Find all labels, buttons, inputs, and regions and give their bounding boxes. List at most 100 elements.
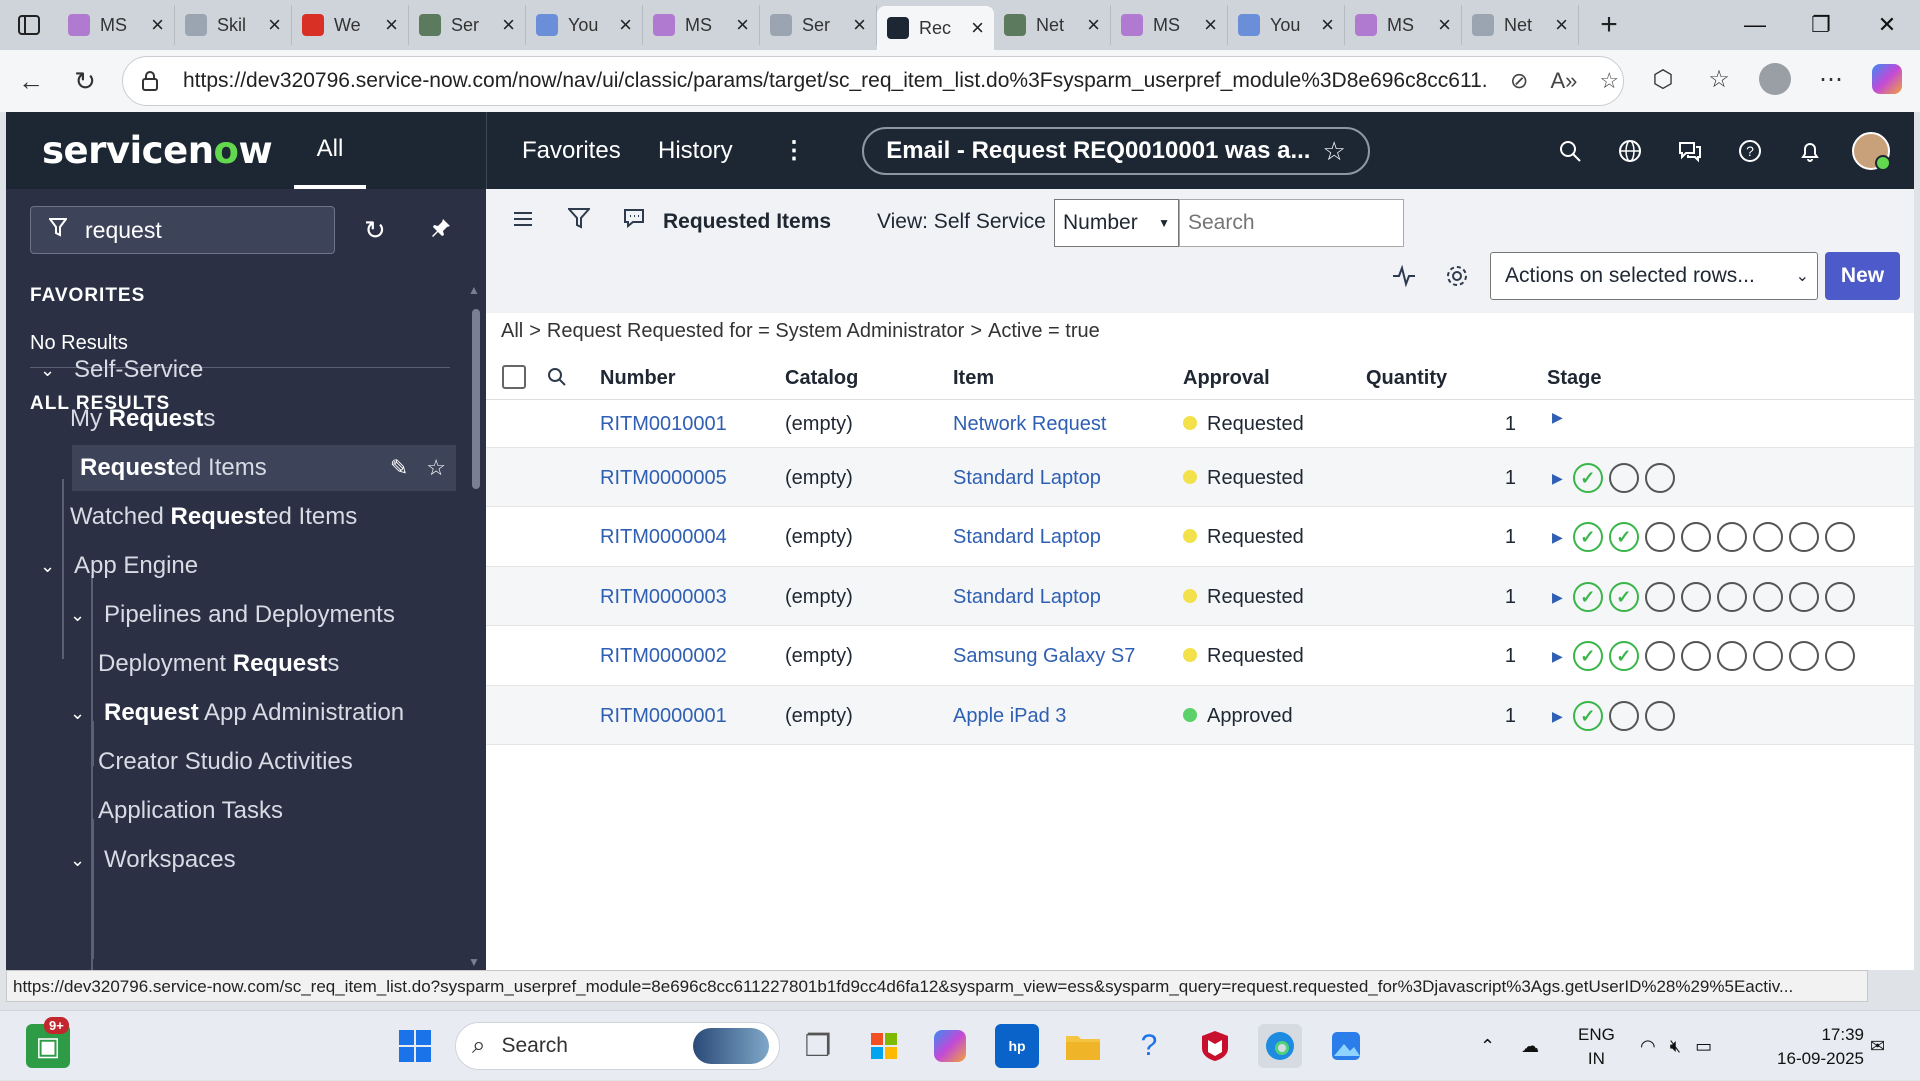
stage-indicator[interactable]: ▶ ✓ ✓ xyxy=(1552,641,1855,671)
browser-tab[interactable]: Skil × xyxy=(175,5,292,45)
sidebar-item-app-engine[interactable]: ⌄ App Engine xyxy=(40,543,198,589)
column-header-number[interactable]: Number xyxy=(600,367,676,390)
actions-select[interactable]: Actions on selected rows... ⌄ xyxy=(1490,252,1818,300)
sidebar-item-my-requests[interactable]: My Requests xyxy=(70,396,215,442)
item-link[interactable]: Samsung Galaxy S7 xyxy=(953,645,1135,668)
sidebar-item-request-app-administration[interactable]: ⌄ Request App Administration xyxy=(70,690,404,736)
browser-tab[interactable]: MS × xyxy=(58,5,175,45)
edge-browser-icon[interactable] xyxy=(1258,1024,1302,1068)
ritm-number-link[interactable]: RITM0010001 xyxy=(600,413,727,436)
extensions-icon[interactable]: ⬡ xyxy=(1640,56,1686,102)
battery-icon[interactable]: ▭ xyxy=(1695,1036,1712,1057)
browser-tab[interactable]: Ser × xyxy=(760,5,877,45)
close-window-button[interactable]: ✕ xyxy=(1854,0,1920,50)
favorites-icon[interactable]: ☆ xyxy=(1696,56,1742,102)
expand-stage-icon[interactable]: ▶ xyxy=(1552,648,1563,665)
star-icon[interactable]: ☆ xyxy=(1322,136,1345,167)
copilot-icon[interactable] xyxy=(1864,56,1910,102)
ritm-number-link[interactable]: RITM0000002 xyxy=(600,645,727,668)
language-indicator[interactable]: ENG IN xyxy=(1578,1023,1615,1071)
tab-close-icon[interactable]: × xyxy=(502,12,515,38)
history-menu[interactable]: History xyxy=(658,112,733,189)
tab-close-icon[interactable]: × xyxy=(385,12,398,38)
tab-close-icon[interactable]: × xyxy=(1087,12,1100,38)
chat-icon[interactable] xyxy=(1660,139,1720,163)
table-row[interactable]: RITM0000005 (empty) Standard Laptop Request… xyxy=(486,448,1914,507)
maximize-button[interactable]: ❐ xyxy=(1788,0,1854,50)
user-avatar[interactable] xyxy=(1852,131,1891,171)
item-link[interactable]: Standard Laptop xyxy=(953,526,1101,549)
stage-indicator[interactable]: ▶ ✓ xyxy=(1552,701,1675,731)
column-header-approval[interactable]: Approval xyxy=(1183,367,1270,390)
notifications-bell-icon[interactable] xyxy=(1780,139,1840,163)
all-menu-tab[interactable]: All xyxy=(294,112,366,189)
back-button[interactable]: ← xyxy=(8,58,54,104)
table-row[interactable]: RITM0000003 (empty) Standard Laptop Request… xyxy=(486,567,1914,626)
minimize-button[interactable]: — xyxy=(1722,0,1788,50)
favorite-star-icon[interactable]: ☆ xyxy=(426,455,446,480)
column-search-icon[interactable] xyxy=(547,367,567,393)
new-button[interactable]: New xyxy=(1825,252,1900,300)
chevron-down-icon[interactable]: ⌄ xyxy=(40,360,64,381)
chevron-down-icon[interactable]: ⌄ xyxy=(40,556,64,577)
more-options-icon[interactable]: ⋯ xyxy=(1808,56,1854,102)
taskbar-search[interactable]: ⌕ Search xyxy=(455,1022,780,1070)
chevron-down-icon[interactable]: ⌄ xyxy=(70,605,94,626)
ritm-number-link[interactable]: RITM0000003 xyxy=(600,586,727,609)
filter-icon[interactable] xyxy=(566,207,592,236)
new-tab-button[interactable]: + xyxy=(1589,8,1629,42)
chevron-down-icon[interactable]: ⌄ xyxy=(70,850,94,871)
refresh-button[interactable]: ↻ xyxy=(62,58,108,104)
tab-close-icon[interactable]: × xyxy=(151,12,164,38)
browser-tab[interactable]: MS × xyxy=(643,5,760,45)
refresh-icon[interactable]: ↻ xyxy=(364,215,386,246)
tab-close-icon[interactable]: × xyxy=(1204,12,1217,38)
expand-stage-icon[interactable]: ▶ xyxy=(1552,409,1563,426)
tab-close-icon[interactable]: × xyxy=(853,12,866,38)
gear-icon[interactable] xyxy=(1445,264,1469,295)
expand-stage-icon[interactable]: ▶ xyxy=(1552,470,1563,487)
get-help-icon[interactable]: ? xyxy=(1127,1024,1171,1068)
column-header-catalog[interactable]: Catalog xyxy=(785,367,858,390)
ritm-number-link[interactable]: RITM0000005 xyxy=(600,467,727,490)
sidebar-item-self-service[interactable]: ⌄ Self-Service xyxy=(40,347,203,393)
tab-close-icon[interactable]: × xyxy=(1321,12,1334,38)
ritm-number-link[interactable]: RITM0000001 xyxy=(600,705,727,728)
list-search-input[interactable] xyxy=(1179,199,1404,247)
scroll-up-arrow[interactable]: ▲ xyxy=(468,283,480,297)
url-text[interactable]: https://dev320796.service-now.com/now/na… xyxy=(183,69,1488,93)
breadcrumb-requested-for[interactable]: Request Requested for = System Administr… xyxy=(547,320,964,342)
microsoft-store-icon[interactable] xyxy=(862,1024,906,1068)
mcafee-icon[interactable] xyxy=(1193,1024,1237,1068)
column-header-item[interactable]: Item xyxy=(953,367,994,390)
hamburger-menu-icon[interactable] xyxy=(513,207,533,235)
tab-actions-icon[interactable] xyxy=(0,0,58,50)
column-header-quantity[interactable]: Quantity xyxy=(1366,367,1447,390)
myhp-app-icon[interactable]: hp xyxy=(995,1024,1039,1068)
stage-indicator[interactable]: ▶ xyxy=(1552,409,1567,426)
expand-stage-icon[interactable]: ▶ xyxy=(1552,529,1563,546)
sidebar-scrollbar[interactable] xyxy=(472,309,480,489)
favorites-menu[interactable]: Favorites xyxy=(522,112,621,189)
sidebar-item-requested-items[interactable]: Requested Items ✎ ☆ xyxy=(72,445,456,491)
chevron-down-icon[interactable]: ⌄ xyxy=(70,703,94,724)
edit-icon[interactable]: ✎ xyxy=(390,455,408,480)
lock-icon[interactable] xyxy=(135,66,165,96)
onedrive-icon[interactable]: ☁ xyxy=(1521,1036,1539,1057)
browser-tab[interactable]: MS × xyxy=(1111,5,1228,45)
view-label[interactable]: View: Self Service xyxy=(877,210,1046,234)
help-icon[interactable]: ? xyxy=(1720,139,1780,163)
scroll-down-arrow[interactable]: ▼ xyxy=(468,955,480,969)
item-link[interactable]: Standard Laptop xyxy=(953,467,1101,490)
sidebar-item-pipelines-and-deployments[interactable]: ⌄ Pipelines and Deployments xyxy=(70,592,395,638)
camera-off-icon[interactable]: ⊘ xyxy=(1510,68,1528,94)
item-link[interactable]: Network Request xyxy=(953,413,1106,436)
pin-icon[interactable] xyxy=(430,215,452,246)
table-row[interactable]: RITM0000001 (empty) Apple iPad 3 Approved 1 ▶… xyxy=(486,686,1914,745)
tab-close-icon[interactable]: × xyxy=(971,15,984,41)
browser-tab[interactable]: Net × xyxy=(994,5,1111,45)
pulse-icon[interactable] xyxy=(1392,264,1416,295)
browser-tab[interactable]: Rec × xyxy=(877,6,994,50)
photos-app-icon[interactable] xyxy=(1324,1024,1368,1068)
tab-close-icon[interactable]: × xyxy=(1438,12,1451,38)
